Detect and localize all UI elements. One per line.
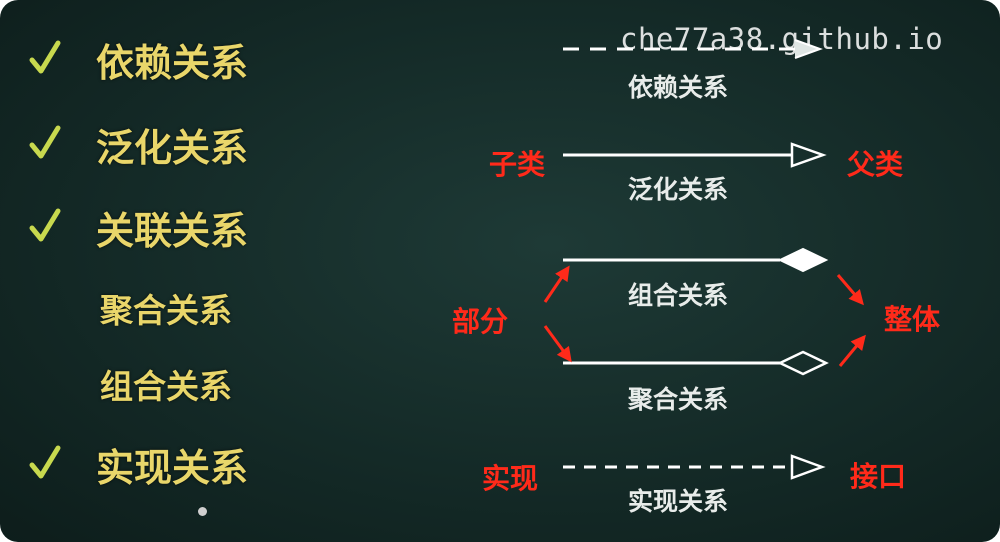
generalization-connector xyxy=(563,142,827,168)
dependency-connector xyxy=(563,39,823,59)
realization-connector xyxy=(563,454,826,480)
generalization-caption: 泛化关系 xyxy=(628,175,729,204)
interface-label: 接口 xyxy=(850,460,907,493)
slide-board: che77a38.github.io 依赖关系 泛化关系 关联关系 聚合关系 组… xyxy=(0,0,1000,542)
realization-caption: 实现关系 xyxy=(628,487,729,516)
dependency-caption: 依赖关系 xyxy=(628,73,729,102)
aggregation-connector xyxy=(563,350,829,376)
part-to-aggregation-arrow xyxy=(543,325,572,363)
composition-caption: 组合关系 xyxy=(628,281,729,310)
part-to-composition-arrow xyxy=(543,265,570,303)
superclass-label: 父类 xyxy=(847,148,904,181)
composition-connector xyxy=(563,247,829,273)
whole-label: 整体 xyxy=(884,303,941,336)
subclass-label: 子类 xyxy=(489,148,546,181)
composition-to-whole-arrow xyxy=(836,274,864,306)
aggregation-to-whole-arrow xyxy=(838,334,866,367)
implementation-label: 实现 xyxy=(482,462,539,495)
part-label: 部分 xyxy=(452,305,509,338)
aggregation-caption: 聚合关系 xyxy=(628,385,729,414)
